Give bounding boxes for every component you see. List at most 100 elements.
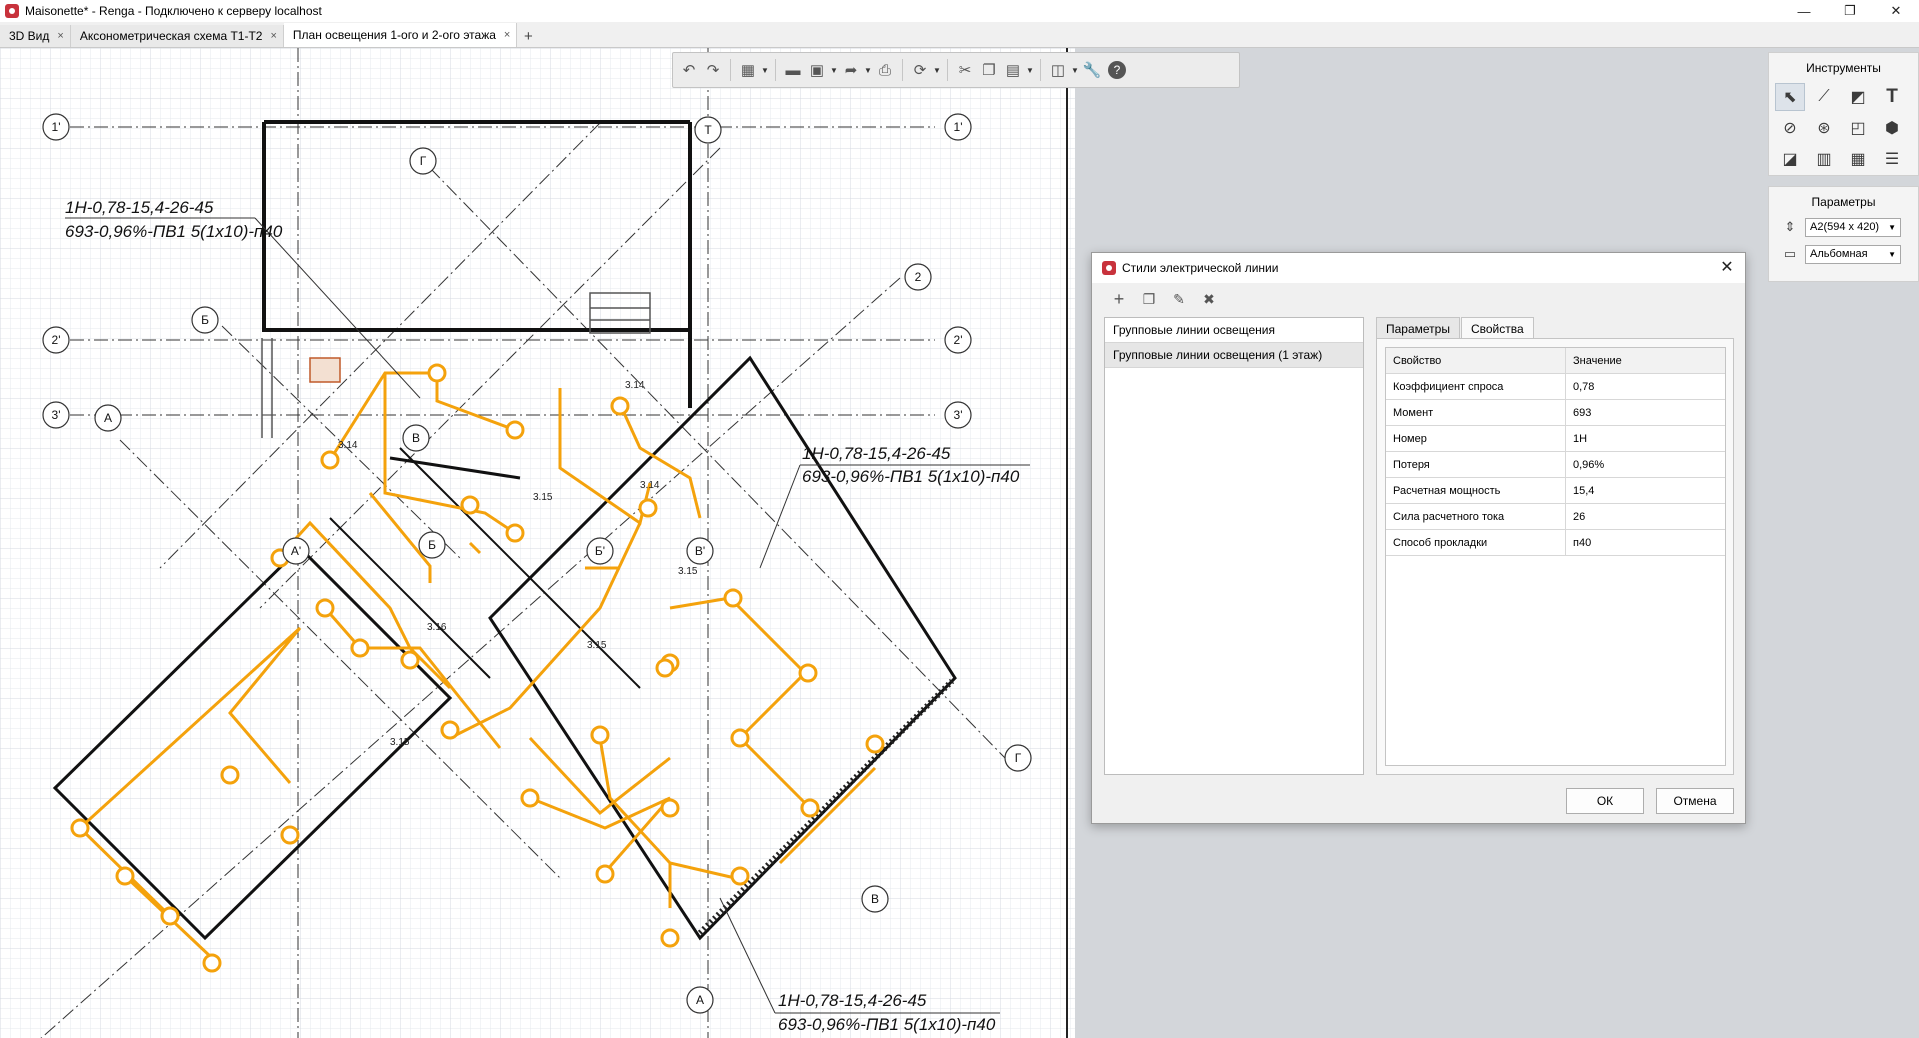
view-icon[interactable]: ◰ <box>1843 114 1873 142</box>
undo-icon[interactable]: ↶ <box>677 58 701 82</box>
cut-icon[interactable]: ✂ <box>953 58 977 82</box>
add-icon[interactable]: + <box>1104 287 1134 311</box>
room-tag: 3.15 <box>533 492 553 503</box>
table-row[interactable]: Номер 1Н <box>1386 426 1725 452</box>
line-annotation-right: 693-0,96%-ПВ1 5(1х10)-п40 <box>802 467 1020 486</box>
help-icon[interactable]: ? <box>1108 61 1126 79</box>
stamp-icon[interactable]: ◪ <box>1775 145 1805 173</box>
property-value[interactable]: 1Н <box>1566 426 1725 451</box>
orientation-select[interactable]: Альбомная ▼ <box>1805 244 1901 264</box>
sheet-format-icon: ⇕ <box>1784 219 1796 234</box>
axis-label: Б <box>201 313 209 327</box>
axis-label: В' <box>695 544 705 558</box>
hatch-icon[interactable]: ◩ <box>1843 83 1873 111</box>
chevron-down-icon[interactable]: ▼ <box>863 66 873 75</box>
layers-icon[interactable]: ◫ <box>1046 58 1070 82</box>
property-name: Момент <box>1386 400 1566 425</box>
table-icon[interactable]: ▦ <box>1843 145 1873 173</box>
property-name: Потеря <box>1386 452 1566 477</box>
sheet-format-select[interactable]: A2(594 x 420) ▼ <box>1805 217 1901 237</box>
table-row[interactable]: Коэффициент спроса 0,78 <box>1386 374 1725 400</box>
tab-close-icon[interactable]: × <box>504 29 510 41</box>
table-row[interactable]: Способ прокладки п40 <box>1386 530 1725 556</box>
delete-icon[interactable]: ✖ <box>1194 287 1224 311</box>
axis-label: А <box>104 411 112 425</box>
room-tag: 3.15 <box>678 566 698 577</box>
list-item[interactable]: Групповые линии освещения (1 этаж) <box>1105 343 1363 368</box>
text-icon[interactable]: T <box>1877 83 1907 111</box>
spec-icon[interactable]: ▥ <box>1809 145 1839 173</box>
tab-label: План освещения 1-ого и 2-ого этажа <box>292 28 496 42</box>
property-value[interactable]: 0,96% <box>1566 452 1725 477</box>
chevron-down-icon[interactable]: ▼ <box>1070 66 1080 75</box>
wrench-icon[interactable]: 🔧 <box>1080 58 1104 82</box>
dialog-title: Стили электрической линии <box>1122 261 1279 275</box>
room-tag: 3.14 <box>640 480 660 491</box>
list-item[interactable]: Групповые линии освещения <box>1105 318 1363 343</box>
copy-icon[interactable]: ❐ <box>977 58 1001 82</box>
axis-label: Т <box>704 123 712 137</box>
window-controls: — ❐ ✕ <box>1781 0 1919 22</box>
sync-icon[interactable]: ⟳ <box>908 58 932 82</box>
property-value[interactable]: п40 <box>1566 530 1725 555</box>
axis-label: 3' <box>52 408 61 422</box>
add-tab-button[interactable]: + <box>517 25 539 47</box>
property-name: Сила расчетного тока <box>1386 504 1566 529</box>
chevron-down-icon: ▼ <box>1888 249 1896 259</box>
tab-properties[interactable]: Свойства <box>1460 317 1534 339</box>
room-tag: 3.15 <box>587 640 607 651</box>
export-icon[interactable]: ➦ <box>839 58 863 82</box>
ok-button[interactable]: ОК <box>1566 788 1644 814</box>
tab-3d-view[interactable]: 3D Вид × <box>0 25 71 47</box>
property-value[interactable]: 0,78 <box>1566 374 1725 399</box>
table-row[interactable]: Сила расчетного тока 26 <box>1386 504 1725 530</box>
property-value[interactable]: 15,4 <box>1566 478 1725 503</box>
tab-parameters[interactable]: Параметры <box>1376 317 1460 339</box>
column-header-value: Значение <box>1573 354 1622 367</box>
chevron-down-icon[interactable]: ▼ <box>829 66 839 75</box>
minimize-button[interactable]: — <box>1781 0 1827 22</box>
elevation-icon[interactable]: ⊛ <box>1809 114 1839 142</box>
duplicate-icon[interactable]: ❐ <box>1134 287 1164 311</box>
column-header-property: Свойство <box>1386 348 1566 373</box>
table-row[interactable]: Расчетная мощность 15,4 <box>1386 478 1725 504</box>
tab-close-icon[interactable]: × <box>270 30 276 42</box>
panel-title: Инструменты <box>1806 61 1881 75</box>
close-window-button[interactable]: ✕ <box>1873 0 1919 22</box>
tab-close-icon[interactable]: × <box>57 30 63 42</box>
line-icon[interactable]: ⟋ <box>1809 83 1839 111</box>
chevron-down-icon[interactable]: ▼ <box>760 66 770 75</box>
table-row[interactable]: Потеря 0,96% <box>1386 452 1725 478</box>
model-icon[interactable]: ⬢ <box>1877 114 1907 142</box>
tab-axonometric[interactable]: Аксонометрическая схема Т1-Т2 × <box>70 25 284 47</box>
property-value[interactable]: 693 <box>1566 400 1725 425</box>
edit-icon[interactable]: ✎ <box>1164 287 1194 311</box>
select-value: A2(594 x 420) <box>1810 221 1880 233</box>
paste-icon[interactable]: ▤ <box>1001 58 1025 82</box>
tab-lighting-plan[interactable]: План освещения 1-ого и 2-ого этажа × <box>283 23 518 47</box>
save-icon[interactable]: ▣ <box>805 58 829 82</box>
cancel-button[interactable]: Отмена <box>1656 788 1734 814</box>
list-icon[interactable]: ☰ <box>1877 145 1907 173</box>
property-value[interactable]: 26 <box>1566 504 1725 529</box>
axis-label: 1' <box>954 120 963 134</box>
title-bar: Maisonette* - Renga - Подключено к серве… <box>0 0 1919 22</box>
chevron-down-icon[interactable]: ▼ <box>932 66 942 75</box>
redo-icon[interactable]: ↷ <box>701 58 725 82</box>
toolbar-divider <box>1040 59 1041 81</box>
dimension-icon[interactable]: ⊘ <box>1775 114 1805 142</box>
maximize-button[interactable]: ❐ <box>1827 0 1873 22</box>
params-panel: Параметры ⇕ A2(594 x 420) ▼ ▭ Альбомная … <box>1768 186 1919 282</box>
chevron-down-icon[interactable]: ▼ <box>1025 66 1035 75</box>
table-row[interactable]: Момент 693 <box>1386 400 1725 426</box>
drawing-sheet[interactable]: 1' 1' 2' 2' 3' 3' Т Г Б А В Б 2 Б' В' А'… <box>0 48 1075 1038</box>
axis-label: В <box>871 892 879 906</box>
dialog-close-button[interactable]: ✕ <box>1717 257 1737 277</box>
tools-panel: Инструменты ⬉ ⟋ ◩ T ⊘ ⊛ ◰ ⬢ ◪ ▥ ▦ ☰ <box>1768 52 1919 176</box>
print-icon[interactable]: ⎙ <box>873 58 897 82</box>
axis-label: 3' <box>954 408 963 422</box>
line-annotation-top: 693-0,96%-ПВ1 5(1х10)-п40 <box>65 222 283 241</box>
select-icon[interactable]: ⬉ <box>1775 83 1805 111</box>
view-3d-icon[interactable]: ▦ <box>736 58 760 82</box>
open-folder-icon[interactable]: ▬ <box>781 58 805 82</box>
